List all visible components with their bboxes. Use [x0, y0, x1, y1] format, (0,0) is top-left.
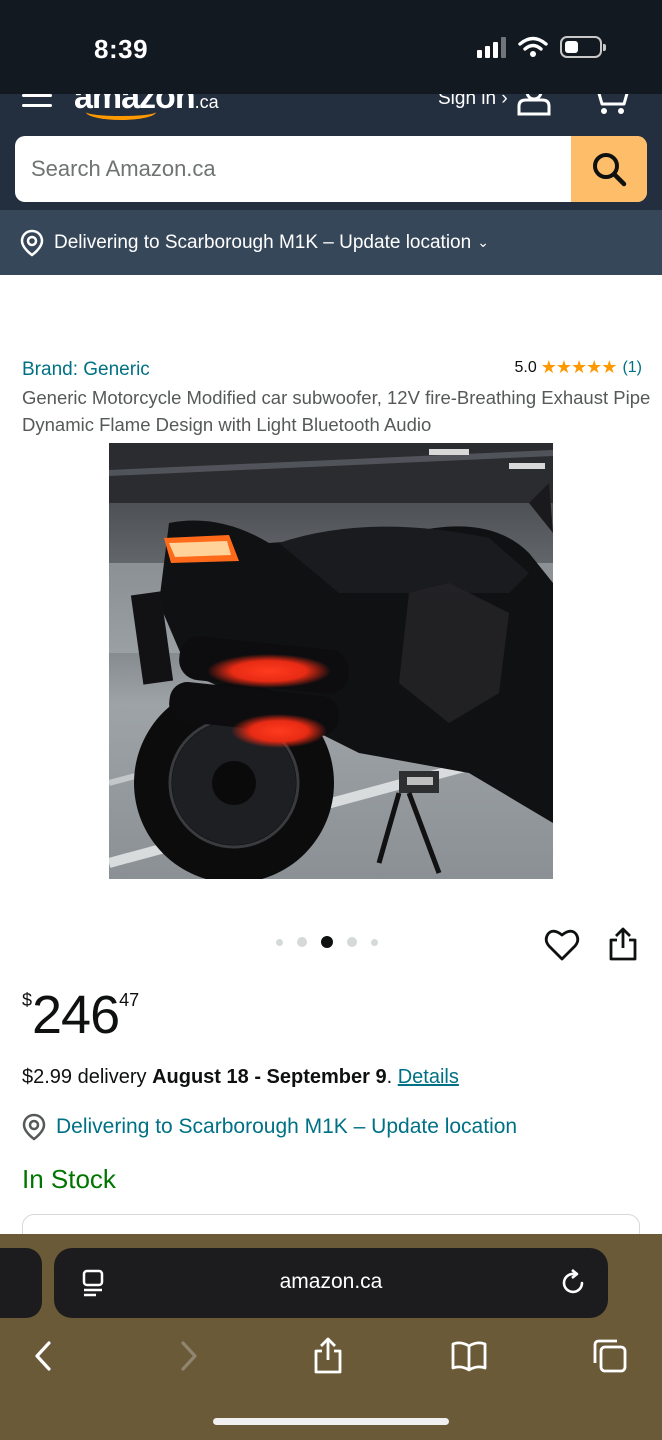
logo-smile-icon	[86, 104, 156, 120]
menu-icon[interactable]	[22, 94, 52, 108]
search-button[interactable]	[571, 136, 647, 202]
search-input[interactable]	[15, 136, 571, 202]
status-icons	[477, 36, 606, 58]
rating-value: 5.0	[514, 358, 537, 376]
price-symbol: $	[22, 990, 33, 1010]
browser-nav	[0, 1334, 662, 1378]
home-indicator[interactable]	[213, 1418, 449, 1425]
product-price: $24647	[22, 984, 139, 1046]
site-header: amazon.ca Sign in ›	[0, 94, 662, 210]
tabs-button[interactable]	[588, 1334, 632, 1378]
bookmarks-icon	[451, 1341, 487, 1372]
bookmarks-button[interactable]	[447, 1334, 491, 1378]
status-time: 8:39	[94, 34, 149, 64]
location-pin-icon	[20, 229, 44, 257]
delivery-cost: $2.99 delivery	[22, 1066, 153, 1088]
search-icon	[593, 153, 627, 187]
rating-count[interactable]: (1)	[622, 359, 642, 377]
previous-tab[interactable]	[0, 1248, 42, 1318]
deliver-location-text: Delivering to Scarborough M1K – Update l…	[56, 1115, 518, 1138]
share-icon	[314, 1337, 342, 1374]
image-carousel-dots[interactable]	[276, 936, 378, 948]
forward-icon	[181, 1341, 197, 1371]
url-text: amazon.ca	[279, 1270, 383, 1293]
cart-icon[interactable]	[590, 94, 630, 116]
share-button[interactable]	[306, 1334, 350, 1378]
brand-link[interactable]: Brand: Generic	[22, 359, 150, 381]
rating[interactable]: 5.0 ★★★★★ (1)	[515, 357, 643, 378]
location-pin-icon	[22, 1113, 46, 1141]
motorcycle-photo	[109, 443, 553, 879]
product-image[interactable]	[109, 443, 553, 879]
carousel-dot-active[interactable]	[321, 936, 333, 948]
product-title: Generic Motorcycle Modified car subwoofe…	[22, 387, 651, 435]
tabs-icon	[593, 1339, 627, 1373]
price-whole: 246	[32, 985, 120, 1045]
share-icon[interactable]	[606, 926, 640, 962]
user-icon[interactable]	[516, 94, 552, 116]
back-icon	[35, 1341, 51, 1371]
battery-icon	[560, 36, 606, 58]
delivery-separator: .	[386, 1066, 398, 1088]
reload-icon[interactable]	[560, 1269, 588, 1297]
star-rating-icon: ★★★★★	[540, 357, 618, 377]
brand-rating-row: Brand: Generic 5.0 ★★★★★ (1)	[22, 356, 642, 382]
location-text: Delivering to Scarborough M1K – Update l…	[54, 231, 472, 253]
carousel-dot[interactable]	[276, 938, 283, 946]
carousel-dot[interactable]	[347, 937, 357, 947]
status-bar: 8:39	[0, 0, 662, 94]
details-link[interactable]: Details	[398, 1066, 459, 1088]
carousel-dot[interactable]	[371, 938, 378, 946]
carousel-dot[interactable]	[297, 937, 307, 947]
deliver-location-link[interactable]: Delivering to Scarborough M1K – Update l…	[22, 1113, 517, 1141]
heart-icon[interactable]	[544, 928, 580, 962]
chevron-down-icon: ⌄	[477, 234, 489, 250]
signal-icon	[477, 36, 506, 58]
browser-toolbar: amazon.ca	[0, 1234, 662, 1440]
wifi-icon	[518, 36, 548, 57]
search-bar	[15, 136, 647, 202]
location-bar[interactable]: Delivering to Scarborough M1K – Update l…	[0, 210, 662, 275]
delivery-info: $2.99 delivery August 18 - September 9. …	[22, 1066, 459, 1089]
price-fraction: 47	[119, 990, 140, 1010]
stock-status: In Stock	[22, 1164, 116, 1194]
address-bar[interactable]: amazon.ca	[54, 1248, 608, 1318]
delivery-dates: August 18 - September 9	[152, 1066, 387, 1088]
sign-in-link[interactable]: Sign in ›	[438, 94, 508, 110]
forward-button[interactable]	[166, 1334, 210, 1378]
back-button[interactable]	[22, 1334, 66, 1378]
logo-suffix: .ca	[194, 94, 219, 112]
